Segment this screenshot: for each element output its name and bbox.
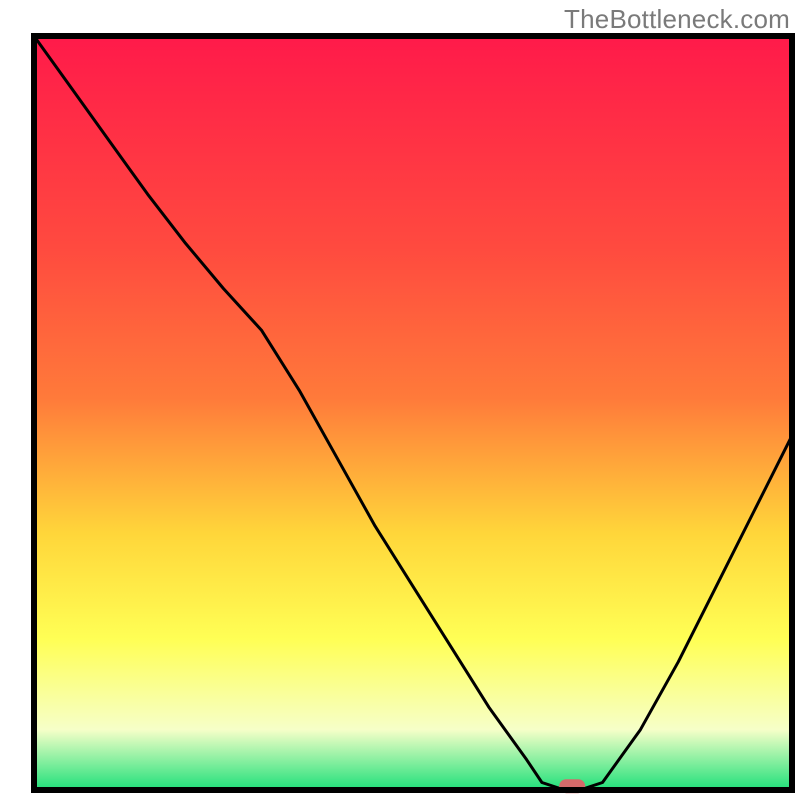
chart-canvas — [0, 0, 800, 800]
watermark-text: TheBottleneck.com — [564, 4, 790, 35]
chart-background — [34, 36, 792, 790]
bottleneck-chart: TheBottleneck.com — [0, 0, 800, 800]
